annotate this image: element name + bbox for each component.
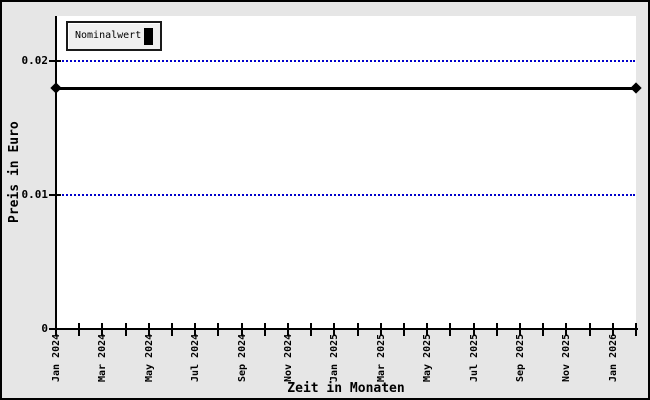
plot-area bbox=[56, 16, 636, 329]
x-axis-title: Zeit in Monaten bbox=[287, 381, 405, 396]
x-tick-label: Jan 2026 bbox=[608, 333, 619, 382]
legend-box: Nominalwert bbox=[66, 21, 162, 51]
x-tick-label: Nov 2024 bbox=[283, 333, 294, 382]
x-tick-label: Jan 2024 bbox=[51, 333, 62, 382]
x-tick-label: Sep 2025 bbox=[515, 333, 526, 382]
x-tick-label: Jul 2025 bbox=[469, 333, 480, 382]
x-tick-label: Jan 2025 bbox=[329, 333, 340, 382]
x-tick-label: Mar 2025 bbox=[376, 333, 387, 382]
y-tick-label: 0.02 bbox=[21, 54, 49, 67]
x-axis-line bbox=[55, 328, 638, 330]
x-tick-label: Mar 2024 bbox=[97, 333, 108, 382]
y-tick-label: 0 bbox=[41, 322, 48, 335]
legend-label: Nominalwert bbox=[75, 30, 142, 41]
y-gridline bbox=[59, 60, 635, 62]
series-line-nominalwert bbox=[56, 87, 636, 90]
y-axis-title: Preis in Euro bbox=[7, 121, 22, 223]
x-tick-label: May 2025 bbox=[422, 333, 433, 382]
x-tick-label: Nov 2025 bbox=[561, 333, 572, 382]
x-tick-label: May 2024 bbox=[144, 333, 155, 382]
y-axis-line bbox=[55, 16, 57, 331]
y-gridline bbox=[59, 194, 635, 196]
x-tick-label: Jul 2024 bbox=[190, 333, 201, 382]
x-tick-label: Sep 2024 bbox=[237, 333, 248, 382]
chart-window: 0 0.01 0.02 Jan 2024 Mar 2024 May 2024 Jul 202… bbox=[0, 0, 650, 400]
legend-marker-swatch bbox=[144, 27, 153, 45]
